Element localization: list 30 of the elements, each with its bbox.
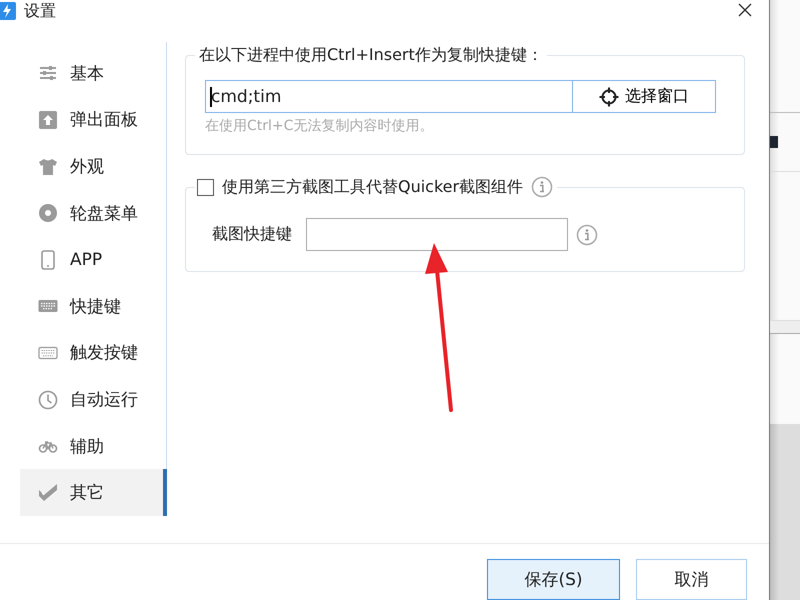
sidebar-item[interactable]: APP — [20, 236, 166, 284]
sidebar-item[interactable]: 快捷键 — [20, 283, 166, 330]
select-window-button[interactable]: 选择窗口 — [573, 80, 716, 114]
hint-text: 在使用Ctrl+C无法复制内容时使用。 — [205, 117, 434, 136]
sidebar-item[interactable]: 基本 — [20, 50, 166, 97]
menu-icon — [38, 203, 58, 224]
sidebar-item[interactable]: 辅助 — [20, 422, 166, 470]
sidebar-item[interactable]: 弹出面板 — [20, 96, 166, 144]
menu-icon — [38, 482, 58, 503]
sidebar-item[interactable]: 其它 — [20, 469, 167, 516]
shortcut-field[interactable] — [306, 218, 568, 252]
menu-icon — [38, 156, 58, 177]
save-button[interactable]: 保存(S) — [487, 559, 620, 600]
menu-icon — [38, 110, 58, 130]
close-icon[interactable] — [737, 2, 753, 18]
info-icon[interactable] — [576, 224, 598, 246]
crosshair-icon — [599, 86, 619, 107]
sidebar-item[interactable]: 触发按键 — [20, 330, 166, 376]
field-label: 截图快捷键 — [212, 224, 292, 246]
info-icon[interactable] — [531, 176, 554, 198]
window-title: 设置 — [24, 1, 56, 22]
input-field[interactable]: cmd;tim — [205, 80, 573, 114]
sidebar-item[interactable]: 自动运行 — [20, 376, 166, 423]
checkbox-label[interactable]: 使用第三方截图工具代替Quicker截图组件 — [222, 176, 524, 198]
menu-icon — [38, 390, 58, 410]
checkbox[interactable] — [197, 178, 214, 196]
sidebar-item[interactable]: 轮盘菜单 — [20, 190, 166, 236]
cancel-button[interactable]: 取消 — [636, 559, 747, 600]
menu-icon — [38, 250, 58, 270]
sidebar-item[interactable]: 外观 — [20, 143, 166, 190]
